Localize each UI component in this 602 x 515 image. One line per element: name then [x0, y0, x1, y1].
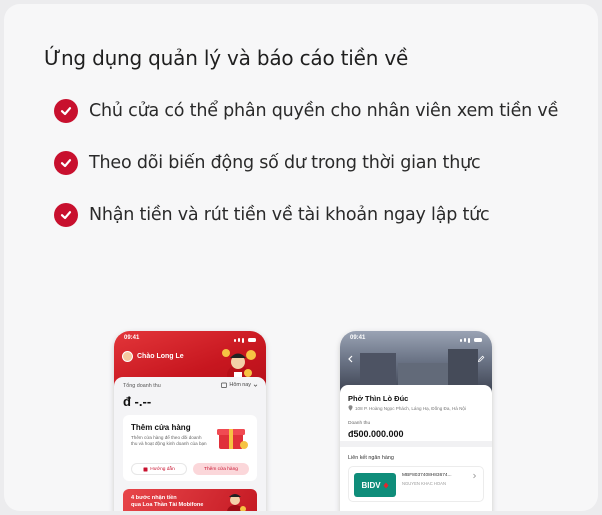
account-name: NGUYEN KHAC HOAN — [402, 481, 446, 486]
section-title: Ứng dụng quản lý và báo cáo tiền về — [44, 46, 409, 70]
revenue-value: đ500.000.000 — [348, 429, 404, 439]
add-store-card: Thêm cửa hàng Thêm cửa hàng để theo dõi … — [123, 415, 257, 481]
account-number: MBF8037408H83674... — [402, 473, 452, 478]
status-time: 09:41 — [350, 335, 366, 341]
guide-button-label: Hướng dẫn — [150, 466, 175, 472]
location-pin-icon — [348, 405, 353, 411]
revenue-label: Doanh thu — [348, 421, 371, 426]
feature-text: Theo dõi biến động số dư trong thời gian… — [89, 153, 481, 173]
feature-item: Chủ cửa có thể phân quyền cho nhân viên … — [54, 99, 558, 123]
home-body: Tổng doanh thu Hôm nay đ -.-- Thêm cửa h… — [114, 377, 266, 511]
revenue-label: Tổng doanh thu — [123, 383, 161, 389]
feature-item: Nhận tiền và rút tiền về tài khoản ngay … — [54, 203, 490, 227]
check-circle-icon — [54, 203, 78, 227]
linked-bank-card[interactable]: BIDV MBF8037408H83674... NGUYEN KHAC HOA… — [348, 466, 484, 502]
status-bar: 09:41 — [114, 331, 266, 345]
promo-line: 4 bước nhận tiền — [131, 495, 177, 501]
shop-name: Phở Thìn Lò Đúc — [348, 394, 409, 403]
store-photo: 09:41 — [340, 331, 492, 393]
promo-line: qua Loa Thần Tài Mobifone — [131, 502, 204, 508]
mascot-icon — [227, 494, 246, 511]
revenue-value: đ -.-- — [123, 394, 152, 409]
date-filter-label: Hôm nay — [229, 382, 251, 388]
greeting-text: Chào Long Le — [137, 353, 184, 360]
shop-address-text: 108 P. Hoàng Ngọc Phách, Láng Hạ, Đống Đ… — [355, 405, 467, 411]
add-store-button[interactable]: Thêm cửa hàng — [193, 463, 249, 475]
chevron-down-icon — [253, 383, 258, 387]
feature-card: Ứng dụng quản lý và báo cáo tiền về Chủ … — [4, 4, 598, 511]
bidv-logo: BIDV — [354, 473, 396, 497]
edit-icon[interactable] — [477, 355, 485, 363]
avatar[interactable] — [122, 351, 133, 362]
status-time: 09:41 — [124, 335, 140, 341]
shop-address: 108 P. Hoàng Ngọc Phách, Láng Hạ, Đống Đ… — [348, 405, 466, 411]
status-icons — [234, 335, 256, 345]
store-detail: Phở Thìn Lò Đúc 108 P. Hoàng Ngọc Phách,… — [340, 385, 492, 511]
status-bar: 09:41 — [340, 331, 492, 345]
phone-home-screen: 09:41 Chào Long Le Tổng doanh thu Hôm na… — [114, 331, 266, 511]
book-icon — [143, 467, 148, 471]
feature-text: Chủ cửa có thể phân quyền cho nhân viên … — [89, 101, 559, 121]
greeting: Chào Long Le — [122, 351, 184, 362]
bank-section-label: Liên kết ngân hàng — [348, 455, 394, 461]
back-icon[interactable] — [347, 355, 354, 363]
promo-banner[interactable]: 4 bước nhận tiền qua Loa Thần Tài Mobifo… — [123, 489, 257, 511]
section-divider — [340, 441, 492, 447]
feature-text: Nhận tiền và rút tiền về tài khoản ngay … — [89, 205, 490, 225]
store-card-title: Thêm cửa hàng — [131, 423, 191, 432]
bank-emblem-icon — [383, 482, 389, 488]
calendar-icon — [221, 382, 228, 388]
check-circle-icon — [54, 151, 78, 175]
check-circle-icon — [54, 99, 78, 123]
status-icons — [460, 335, 482, 345]
promo-text: 4 bước nhận tiền qua Loa Thần Tài Mobifo… — [131, 495, 203, 509]
gift-icon — [217, 429, 248, 449]
store-card-description: Thêm cửa hàng để theo dõi doanh thu và h… — [131, 435, 207, 446]
phone-store-screen: 09:41 Phở Thìn Lò Đúc 108 P. Hoàng Ngọc … — [340, 331, 492, 511]
feature-item: Theo dõi biến động số dư trong thời gian… — [54, 151, 481, 175]
date-filter[interactable]: Hôm nay — [221, 382, 258, 388]
bank-logo-text: BIDV — [361, 480, 381, 490]
guide-button[interactable]: Hướng dẫn — [131, 463, 187, 475]
chevron-right-icon — [473, 473, 476, 479]
